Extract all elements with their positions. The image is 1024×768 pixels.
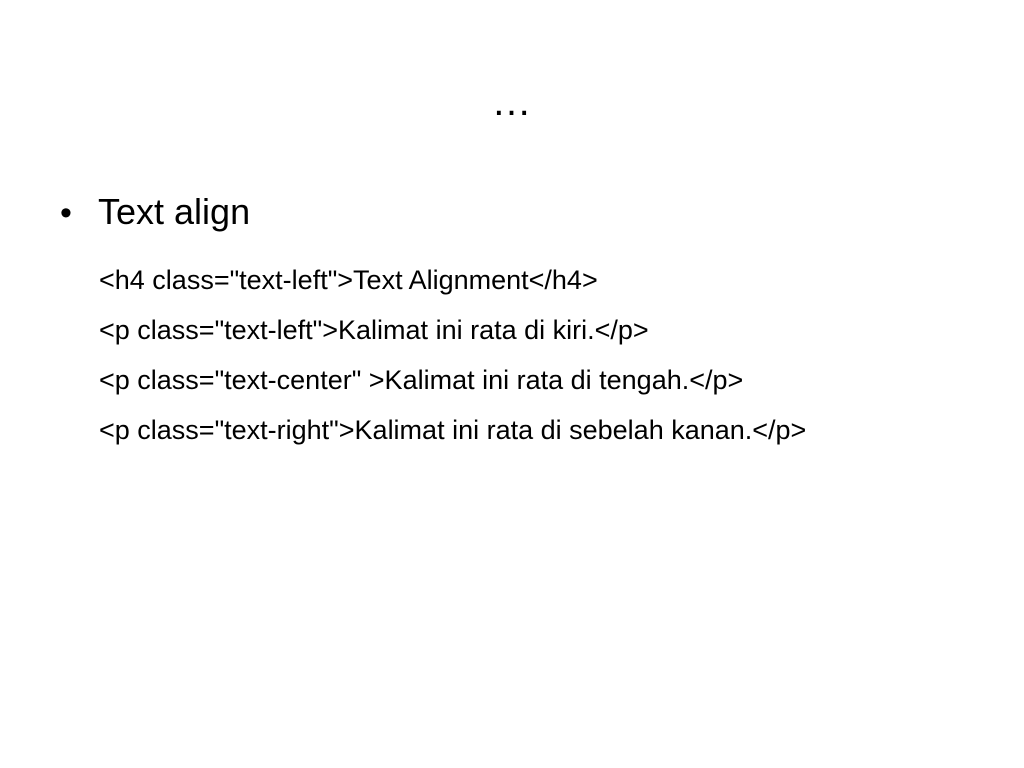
bullet-item-text-align: • Text align [60,186,970,239]
bullet-item-label: Text align [98,191,251,232]
code-line: <p class="text-left">Kalimat ini rata di… [99,315,649,345]
slide-canvas: … • Text align <h4 class="text-left">Tex… [0,0,1024,768]
bullet-point-icon: • [60,194,72,232]
slide-body: • Text align <h4 class="text-left">Text … [60,186,970,455]
code-block: <h4 class="text-left">Text Alignment</h4… [60,255,970,455]
code-line: <p class="text-center" >Kalimat ini rata… [99,365,744,395]
code-line: <p class="text-right">Kalimat ini rata d… [99,415,807,445]
code-line: <h4 class="text-left">Text Alignment</h4… [99,265,598,295]
slide-title: … [491,80,533,124]
